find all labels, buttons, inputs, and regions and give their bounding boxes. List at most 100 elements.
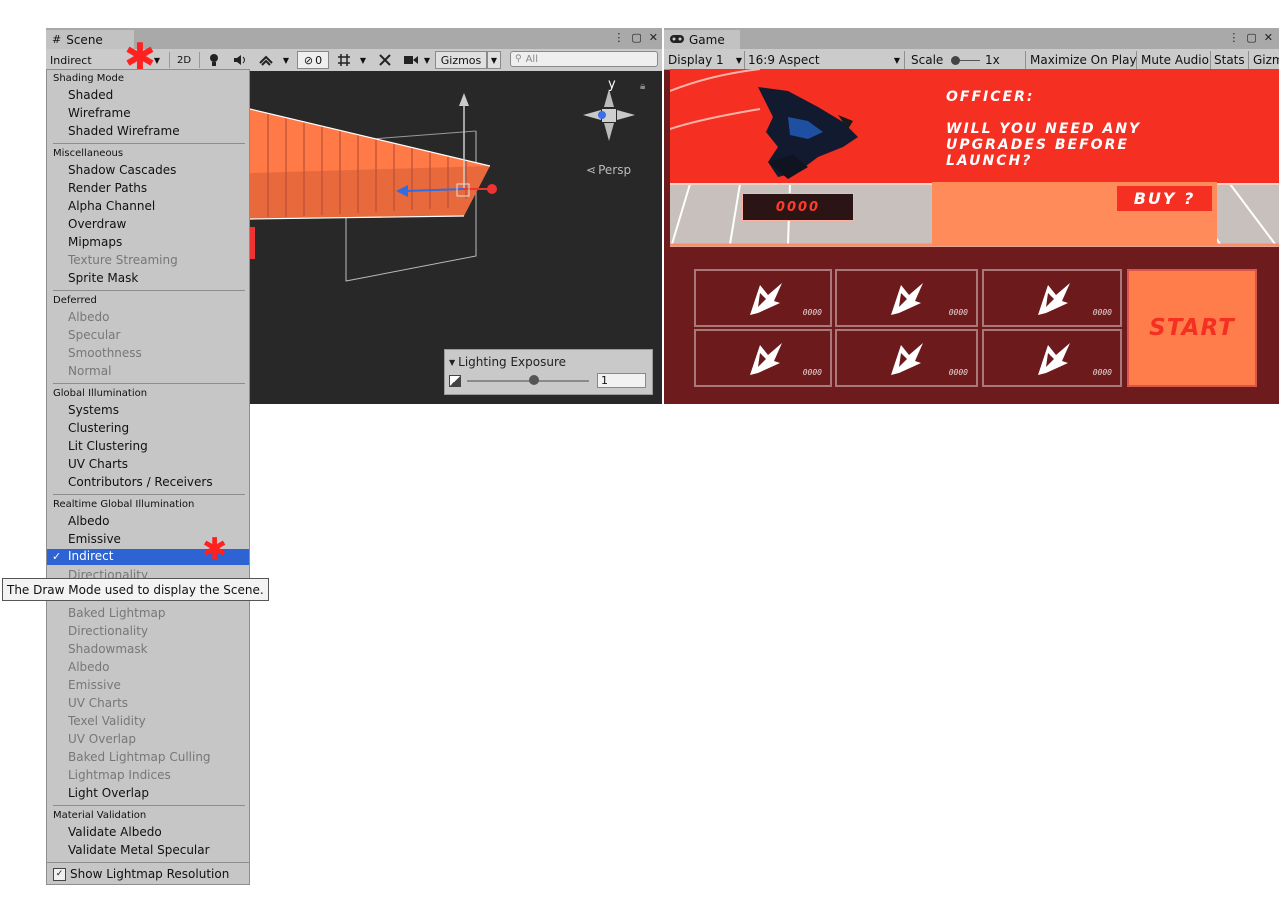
maximize-on-play-toggle[interactable]: Maximize On Play — [1030, 51, 1137, 69]
camera-dropdown-icon[interactable]: ▼ — [421, 51, 433, 69]
menu-item-shadow-cascades[interactable]: Shadow Cascades — [47, 162, 249, 180]
menu-item-light-overlap[interactable]: Light Overlap — [47, 785, 249, 803]
orientation-gizmo — [583, 89, 635, 141]
exposure-icon — [449, 375, 461, 387]
menu-item-alpha-channel[interactable]: Alpha Channel — [47, 198, 249, 216]
menu-item-lit-clustering[interactable]: Lit Clustering — [47, 438, 249, 456]
tile-count: 0000 — [1092, 308, 1112, 317]
close-icon[interactable]: ✕ — [1264, 31, 1273, 44]
rocket-icon — [750, 343, 782, 375]
effects-dropdown-icon[interactable]: ▼ — [280, 51, 292, 69]
rocket-icon — [1038, 343, 1070, 375]
menu-item-overdraw[interactable]: Overdraw — [47, 216, 249, 234]
draw-mode-menu: Shading Mode Shaded Wireframe Shaded Wir… — [46, 69, 250, 885]
checkmark-icon: ✓ — [52, 550, 62, 563]
menu-item-texel-validity: Texel Validity — [68, 714, 146, 728]
tile-count: 0000 — [802, 368, 822, 377]
scene-search-input[interactable]: ⚲ All — [510, 51, 658, 67]
camera-icon[interactable] — [401, 51, 421, 69]
visibility-icon: ⊘ — [303, 53, 314, 67]
rocket-icon — [750, 283, 782, 315]
game-view-panel: Game ⋮ ▢ ✕ Display 1 ▼ 16:9 Aspect ▼ Sca… — [664, 28, 1279, 404]
game-window-buttons: ⋮ ▢ ✕ — [1228, 31, 1273, 44]
rocket-icon — [891, 283, 923, 315]
maximize-icon[interactable]: ▢ — [631, 31, 641, 44]
menu-item-validate-metal-specular[interactable]: Validate Metal Specular — [47, 842, 249, 860]
upgrade-tile[interactable]: 0000 — [694, 269, 832, 327]
lock-icon[interactable]: 🔒︎ — [640, 81, 645, 92]
menu-divider — [53, 494, 245, 495]
menu-item-sprite-mask[interactable]: Sprite Mask — [47, 270, 249, 288]
upgrade-tile[interactable]: 0000 — [982, 329, 1122, 387]
gamepad-icon — [670, 33, 684, 46]
effects-icon[interactable] — [255, 51, 277, 69]
menu-item-shaded-wireframe[interactable]: Shaded Wireframe — [47, 123, 249, 141]
menu-item-shaded[interactable]: Shaded — [47, 87, 249, 105]
menu-divider — [53, 143, 245, 144]
light-bulb-icon[interactable] — [203, 51, 225, 69]
annotation-asterisk-menu: ✱ — [202, 532, 228, 567]
player-ship — [758, 87, 858, 179]
aspect-dropdown[interactable]: 16:9 Aspect ▼ — [748, 51, 900, 69]
start-button[interactable]: START — [1127, 269, 1257, 387]
close-icon[interactable]: ✕ — [649, 31, 658, 44]
upgrade-tile[interactable]: 0000 — [835, 269, 978, 327]
grid-icon[interactable] — [333, 51, 355, 69]
buy-button[interactable]: BUY ? — [1117, 186, 1212, 211]
lighting-exposure-header[interactable]: ▼ Lighting Exposure — [449, 355, 566, 369]
menu-divider — [53, 383, 245, 384]
officer-dialogue-line: OFFICER: — [946, 89, 1035, 105]
menu-item-rt-albedo[interactable]: Albedo — [47, 513, 249, 531]
grid-dropdown-icon[interactable]: ▼ — [357, 51, 369, 69]
tools-icon[interactable] — [374, 51, 396, 69]
aspect-value: 16:9 Aspect — [748, 53, 820, 67]
display-dropdown[interactable]: Display 1 ▼ — [668, 51, 742, 69]
gizmos-dropdown-icon[interactable]: ▼ — [487, 51, 501, 69]
menu-item-systems[interactable]: Systems — [47, 402, 249, 420]
gizmos-button[interactable]: Gizmos — [435, 51, 487, 69]
game-toolbar: Display 1 ▼ 16:9 Aspect ▼ Scale 1x Maxim… — [664, 49, 1279, 70]
tile-count: 0000 — [948, 368, 968, 377]
game-viewport[interactable]: 0000 OFFICER: WILL YOU NEED ANY UPGRADES… — [670, 69, 1279, 404]
menu-item-mipmaps[interactable]: Mipmaps — [47, 234, 249, 252]
rocket-icon — [891, 343, 923, 375]
menu-item-clustering[interactable]: Clustering — [47, 420, 249, 438]
exposure-slider-handle[interactable] — [529, 375, 539, 385]
tooltip-text: The Draw Mode used to display the Scene. — [7, 582, 264, 597]
game-tab[interactable]: Game — [664, 30, 740, 49]
toggle-2d-button[interactable]: 2D — [173, 51, 195, 69]
scale-slider-handle[interactable] — [951, 56, 960, 65]
menu-item-gi-uv-charts[interactable]: UV Charts — [47, 456, 249, 474]
menu-item-validate-albedo[interactable]: Validate Albedo — [47, 824, 249, 842]
menu-item-specular: Specular — [68, 328, 121, 342]
exposure-value-field[interactable]: 1 — [597, 373, 646, 388]
kebab-menu-icon[interactable]: ⋮ — [613, 31, 624, 44]
maximize-icon[interactable]: ▢ — [1246, 31, 1256, 44]
game-gizmos-toggle[interactable]: Gizm — [1253, 51, 1279, 69]
officer-dialogue-line: UPGRADES BEFORE — [946, 137, 1129, 153]
projection-toggle[interactable]: ⋖ Persp — [586, 163, 631, 177]
checkbox-checked-icon[interactable]: ✓ — [53, 868, 66, 881]
scene-tab[interactable]: # Scene — [46, 30, 134, 49]
section-shading-mode: Shading Mode — [53, 73, 125, 84]
upgrade-tile[interactable]: 0000 — [835, 329, 978, 387]
upgrade-tile[interactable]: 0000 — [694, 329, 832, 387]
kebab-menu-icon[interactable]: ⋮ — [1228, 31, 1239, 44]
audio-icon[interactable] — [229, 51, 251, 69]
section-miscellaneous: Miscellaneous — [53, 148, 124, 159]
menu-item-contributors-receivers[interactable]: Contributors / Receivers — [47, 474, 249, 492]
menu-divider — [53, 290, 245, 291]
mute-audio-toggle[interactable]: Mute Audio — [1141, 51, 1209, 69]
game-tab-label: Game — [689, 32, 725, 47]
menu-divider — [47, 862, 249, 863]
stats-toggle[interactable]: Stats — [1214, 51, 1245, 69]
menu-item-normal: Normal — [68, 364, 112, 378]
officer-dialogue-line: WILL YOU NEED ANY — [946, 121, 1142, 137]
section-global-illumination: Global Illumination — [53, 388, 148, 399]
show-lightmap-resolution-toggle[interactable]: ✓ Show Lightmap Resolution — [47, 866, 249, 884]
menu-item-wireframe[interactable]: Wireframe — [47, 105, 249, 123]
scene-visibility-toggle[interactable]: ⊘ 0 — [297, 51, 329, 69]
exposure-slider-track[interactable] — [467, 380, 589, 382]
upgrade-tile[interactable]: 0000 — [982, 269, 1122, 327]
menu-item-render-paths[interactable]: Render Paths — [47, 180, 249, 198]
